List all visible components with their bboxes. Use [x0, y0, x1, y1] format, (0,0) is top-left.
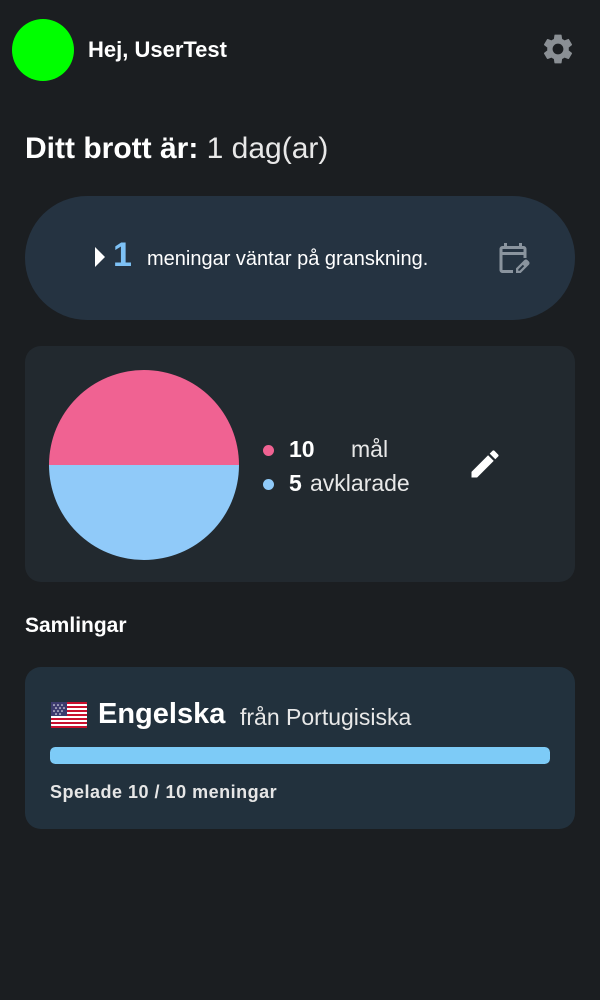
- collection-language: Engelska: [98, 698, 226, 730]
- pencil-icon[interactable]: [467, 446, 503, 482]
- collection-progress: [50, 747, 550, 764]
- done-label: avklarade: [310, 470, 410, 496]
- us-flag-icon: [51, 702, 87, 728]
- done-dot: [263, 479, 274, 490]
- review-count: 1: [113, 236, 132, 274]
- goal-card: 10 mål 5 avklarade: [25, 346, 575, 582]
- target-label: mål: [351, 436, 389, 462]
- collection-card[interactable]: Engelska från Portugisiska Spelade 10 / …: [25, 667, 575, 829]
- target-count: 10: [289, 436, 315, 462]
- streak-line: Ditt brott är: 1 dag(ar): [25, 132, 328, 166]
- done-count: 5: [289, 470, 302, 496]
- calendar-edit-icon[interactable]: [495, 240, 531, 276]
- target-dot: [263, 445, 274, 456]
- collection-source: från Portugisiska: [240, 704, 412, 730]
- avatar[interactable]: [12, 19, 74, 81]
- gear-icon[interactable]: [540, 31, 576, 67]
- review-card[interactable]: 1 meningar väntar på granskning.: [25, 196, 575, 320]
- greeting: Hej, UserTest: [88, 37, 227, 62]
- streak-value: 1 dag(ar): [206, 132, 329, 165]
- streak-label: Ditt brott är:: [25, 132, 199, 165]
- pie-slice-done: [49, 465, 239, 560]
- goal-pie-chart: [49, 370, 239, 560]
- collection-progress-fill: [50, 747, 550, 764]
- collections-title: Samlingar: [25, 614, 127, 637]
- pie-slice-target: [49, 370, 239, 465]
- play-arrow-icon[interactable]: [95, 247, 105, 267]
- review-text: meningar väntar på granskning.: [147, 248, 429, 270]
- header: Hej, UserTest: [12, 19, 576, 81]
- collection-played: Spelade 10 / 10 meningar: [50, 782, 278, 802]
